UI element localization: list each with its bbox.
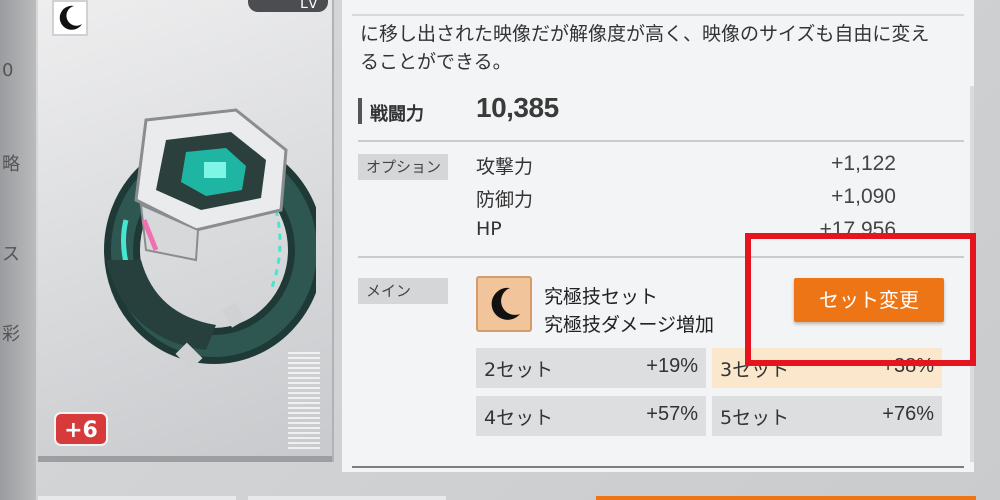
option-name: 防御力 — [476, 189, 534, 211]
rank-label: Lv — [300, 0, 319, 12]
left-edge-strip: 0 略 ス 彩 — [0, 0, 36, 500]
set-bonus-value: +57% — [646, 403, 698, 425]
edge-glyph: 略 — [2, 154, 20, 175]
set-bonus-value: +19% — [646, 355, 698, 377]
option-row: 攻撃力 +1,122 — [476, 152, 896, 186]
main-tag: メイン — [358, 278, 448, 304]
options-tag: オプション — [358, 154, 448, 180]
crescent-moon-icon — [476, 276, 532, 332]
enhance-level-badge: +6 — [54, 412, 108, 446]
set-bonus-cell: 5セット +76% — [712, 396, 942, 436]
set-bonus-cell: 4セット +57% — [476, 396, 706, 436]
highlight-box — [745, 233, 976, 366]
crescent-moon-icon — [52, 0, 88, 36]
power-value: 10,385 — [476, 92, 559, 123]
set-bonus-cell: 2セット +19% — [476, 348, 706, 388]
power-label: 戦闘力 — [370, 104, 424, 125]
set-bonus-value: +76% — [882, 403, 934, 425]
barcode-decoration — [288, 352, 320, 452]
description-clip: に移し出された映像だが解像度が高く、映像のサイズも自由に変えることができる。 — [342, 0, 974, 76]
ring-device-illustration — [86, 100, 324, 374]
edge-glyph: ス — [2, 244, 20, 265]
edge-glyph: 彩 — [2, 324, 20, 345]
item-description: に移し出された映像だが解像度が高く、映像のサイズも自由に変えることができる。 — [360, 23, 930, 73]
panel-bottom-line — [352, 466, 964, 468]
set-effect: 究極技ダメージ増加 — [544, 314, 715, 336]
option-value: +1,090 — [831, 185, 896, 208]
bottom-button[interactable] — [38, 496, 236, 500]
bottom-button[interactable] — [248, 496, 446, 500]
set-bonus-label: 4セット — [484, 407, 554, 429]
edge-glyph: 0 — [2, 60, 14, 81]
card-bottom-bar — [38, 456, 332, 462]
power-marker — [358, 98, 362, 124]
set-bonus-label: 5セット — [720, 407, 790, 429]
set-bonus-label: 2セット — [484, 359, 554, 381]
bottom-action-button[interactable] — [596, 496, 976, 500]
option-name: 攻撃力 — [476, 156, 534, 178]
divider — [358, 140, 964, 142]
set-name: 究極技セット — [544, 286, 659, 308]
option-row: 防御力 +1,090 — [476, 185, 896, 219]
option-name: HP — [476, 218, 502, 240]
option-value: +1,122 — [831, 152, 896, 175]
